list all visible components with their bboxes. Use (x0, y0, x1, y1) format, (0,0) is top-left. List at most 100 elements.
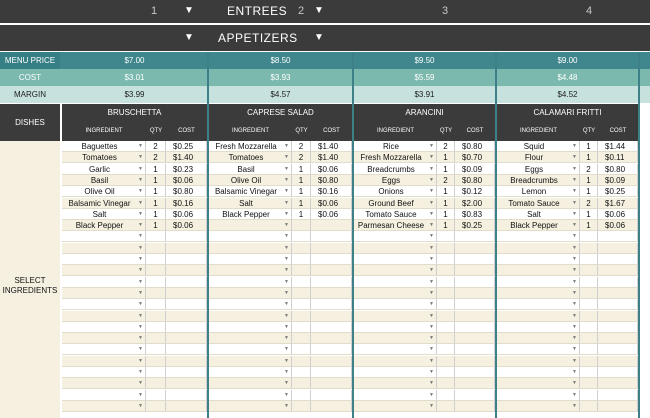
ingredient-select[interactable] (354, 299, 437, 311)
ingredient-select[interactable] (354, 265, 437, 277)
chevron-down-icon[interactable]: ▼ (429, 175, 434, 186)
ingredient-select[interactable]: Garlic (62, 163, 146, 175)
chevron-down-icon[interactable]: ▼ (284, 299, 289, 310)
quantity-cell[interactable]: 1 (580, 174, 598, 186)
ingredient-select[interactable] (497, 367, 580, 378)
chevron-down-icon[interactable]: ▼ (284, 401, 289, 412)
appetizers-dropdown-icon[interactable]: ▼ (184, 32, 194, 43)
chevron-down-icon[interactable]: ▼ (572, 344, 577, 355)
quantity-cell[interactable] (292, 389, 311, 401)
ingredient-select[interactable] (209, 265, 292, 277)
quantity-cell[interactable] (146, 333, 166, 345)
quantity-cell[interactable]: 1 (580, 220, 598, 232)
chevron-down-icon[interactable]: ▼ (138, 378, 143, 389)
ingredient-select[interactable] (209, 310, 292, 322)
ingredient-select[interactable] (354, 367, 437, 378)
ingredient-select[interactable]: Flour (497, 152, 580, 164)
ingredient-select[interactable] (497, 242, 580, 254)
quantity-cell[interactable] (146, 355, 166, 367)
ingredient-select[interactable] (354, 254, 437, 265)
ingredient-select[interactable] (354, 242, 437, 254)
quantity-cell[interactable]: 1 (437, 197, 455, 209)
quantity-cell[interactable] (146, 254, 166, 265)
quantity-cell[interactable]: 1 (437, 208, 455, 220)
quantity-cell[interactable]: 1 (437, 220, 455, 232)
ingredient-select[interactable]: Baguettes (62, 141, 146, 152)
ingredient-select[interactable] (62, 355, 146, 367)
quantity-cell[interactable] (292, 400, 311, 412)
quantity-cell[interactable]: 1 (146, 163, 166, 175)
ingredient-select[interactable] (209, 231, 292, 243)
quantity-cell[interactable] (146, 265, 166, 277)
quantity-cell[interactable] (146, 344, 166, 356)
chevron-down-icon[interactable]: ▼ (138, 198, 143, 209)
quantity-cell[interactable] (437, 355, 455, 367)
chevron-down-icon[interactable]: ▼ (429, 344, 434, 355)
chevron-down-icon[interactable]: ▼ (138, 311, 143, 322)
quantity-cell[interactable] (437, 400, 455, 412)
chevron-down-icon[interactable]: ▼ (284, 152, 289, 163)
quantity-cell[interactable]: 2 (437, 141, 455, 152)
quantity-cell[interactable] (437, 344, 455, 356)
quantity-cell[interactable] (292, 367, 311, 378)
ingredient-select[interactable]: Black Pepper (62, 220, 146, 232)
ingredient-select[interactable] (497, 400, 580, 412)
entrees-dropdown-icon-right[interactable]: ▼ (314, 5, 324, 16)
quantity-cell[interactable] (437, 299, 455, 311)
ingredient-select[interactable]: Olive Oil (62, 186, 146, 198)
chevron-down-icon[interactable]: ▼ (429, 254, 434, 265)
ingredient-select[interactable] (62, 389, 146, 401)
appetizers-dropdown-icon-right[interactable]: ▼ (314, 32, 324, 43)
chevron-down-icon[interactable]: ▼ (138, 322, 143, 333)
ingredient-select[interactable]: Tomatoes (62, 152, 146, 164)
quantity-cell[interactable] (437, 254, 455, 265)
ingredient-select[interactable] (497, 254, 580, 265)
chevron-down-icon[interactable]: ▼ (572, 209, 577, 220)
ingredient-select[interactable]: Breadcrumbs (497, 174, 580, 186)
chevron-down-icon[interactable]: ▼ (429, 288, 434, 299)
quantity-cell[interactable] (580, 344, 598, 356)
quantity-cell[interactable] (580, 400, 598, 412)
chevron-down-icon[interactable]: ▼ (138, 186, 143, 197)
chevron-down-icon[interactable]: ▼ (284, 198, 289, 209)
chevron-down-icon[interactable]: ▼ (572, 175, 577, 186)
quantity-cell[interactable]: 1 (437, 152, 455, 164)
ingredient-select[interactable]: Lemon (497, 186, 580, 198)
ingredient-select[interactable]: Eggs (354, 174, 437, 186)
appetizers-title[interactable]: APPETIZERS (218, 31, 298, 45)
quantity-cell[interactable]: 1 (437, 186, 455, 198)
quantity-cell[interactable]: 1 (292, 208, 311, 220)
quantity-cell[interactable] (292, 344, 311, 356)
quantity-cell[interactable] (437, 378, 455, 390)
ingredient-select[interactable] (209, 389, 292, 401)
ingredient-select[interactable] (62, 254, 146, 265)
chevron-down-icon[interactable]: ▼ (429, 390, 434, 401)
chevron-down-icon[interactable]: ▼ (429, 265, 434, 276)
ingredient-select[interactable] (354, 333, 437, 345)
ingredient-select[interactable] (354, 389, 437, 401)
chevron-down-icon[interactable]: ▼ (572, 231, 577, 242)
ingredient-select[interactable]: Balsamic Vinegar (209, 186, 292, 198)
chevron-down-icon[interactable]: ▼ (429, 356, 434, 367)
ingredient-select[interactable] (62, 242, 146, 254)
chevron-down-icon[interactable]: ▼ (138, 141, 143, 152)
quantity-cell[interactable] (146, 378, 166, 390)
chevron-down-icon[interactable]: ▼ (572, 265, 577, 276)
chevron-down-icon[interactable]: ▼ (572, 299, 577, 310)
quantity-cell[interactable] (437, 287, 455, 299)
ingredient-select[interactable]: Salt (497, 208, 580, 220)
ingredient-select[interactable] (497, 265, 580, 277)
quantity-cell[interactable] (146, 287, 166, 299)
ingredient-select[interactable] (62, 321, 146, 333)
quantity-cell[interactable] (146, 367, 166, 378)
chevron-down-icon[interactable]: ▼ (138, 220, 143, 231)
chevron-down-icon[interactable]: ▼ (138, 367, 143, 378)
ingredient-select[interactable] (497, 333, 580, 345)
quantity-cell[interactable] (437, 242, 455, 254)
ingredient-select[interactable] (62, 378, 146, 390)
ingredient-select[interactable] (62, 276, 146, 288)
quantity-cell[interactable]: 1 (292, 186, 311, 198)
chevron-down-icon[interactable]: ▼ (429, 164, 434, 175)
chevron-down-icon[interactable]: ▼ (138, 356, 143, 367)
chevron-down-icon[interactable]: ▼ (138, 164, 143, 175)
